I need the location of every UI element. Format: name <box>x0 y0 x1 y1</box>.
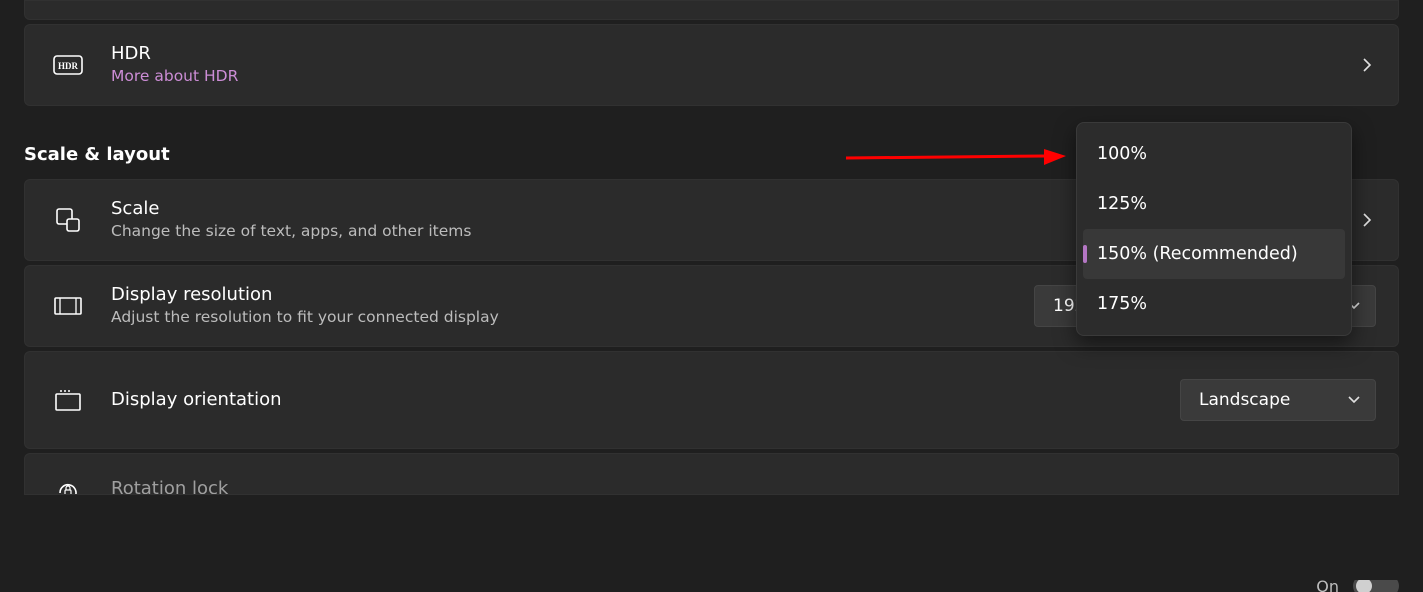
orientation-row: Display orientation Landscape <box>24 351 1399 449</box>
toggle-icon[interactable] <box>1353 580 1399 592</box>
resolution-icon <box>53 291 83 321</box>
hdr-more-link[interactable]: More about HDR <box>111 65 1358 87</box>
rotation-lock-icon <box>53 478 83 495</box>
orientation-dropdown[interactable]: Landscape <box>1180 379 1376 421</box>
chevron-down-icon <box>1347 390 1361 410</box>
scale-option-125[interactable]: 125% <box>1083 179 1345 229</box>
resolution-title: Display resolution <box>111 284 1034 306</box>
chevron-right-icon <box>1358 211 1376 229</box>
hdr-icon: HDR <box>53 50 83 80</box>
rotation-lock-row[interactable]: Rotation lock <box>24 453 1399 495</box>
hdr-title: HDR <box>111 43 1358 65</box>
previous-card-cutoff <box>24 0 1399 20</box>
rotation-toggle-label: On <box>1316 580 1339 592</box>
scale-option-100[interactable]: 100% <box>1083 129 1345 179</box>
resolution-subtitle: Adjust the resolution to fit your connec… <box>111 306 1034 328</box>
scale-option-150[interactable]: 150% (Recommended) <box>1083 229 1345 279</box>
orientation-icon <box>53 385 83 415</box>
svg-text:HDR: HDR <box>58 61 79 71</box>
rotation-toggle-peek: On <box>1316 580 1399 592</box>
scale-option-175[interactable]: 175% <box>1083 279 1345 329</box>
orientation-title: Display orientation <box>111 389 1180 411</box>
scale-dropdown-flyout[interactable]: 100% 125% 150% (Recommended) 175% <box>1076 122 1352 336</box>
scale-icon <box>53 205 83 235</box>
chevron-right-icon <box>1358 56 1376 74</box>
orientation-value: Landscape <box>1199 390 1290 410</box>
rotation-lock-title: Rotation lock <box>111 478 1376 495</box>
hdr-row[interactable]: HDR HDR More about HDR <box>24 24 1399 106</box>
